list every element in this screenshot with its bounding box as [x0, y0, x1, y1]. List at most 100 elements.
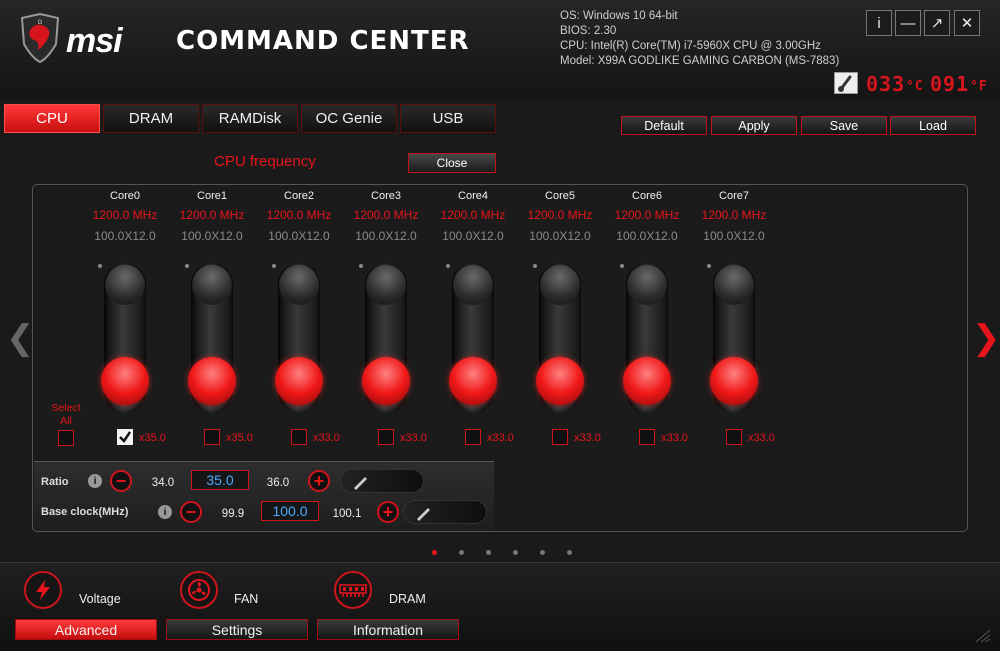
- slider-top-knob[interactable]: [279, 265, 319, 305]
- base-clock-increase-button[interactable]: +: [377, 501, 399, 523]
- page-indicator-dot[interactable]: [513, 550, 518, 555]
- slider-pin: [620, 264, 624, 268]
- select-all-checkbox[interactable]: [58, 430, 74, 446]
- slider-pin: [185, 264, 189, 268]
- core-frequency-slider[interactable]: [710, 263, 758, 413]
- base-clock-info-icon[interactable]: i: [158, 505, 172, 519]
- tab-dram[interactable]: DRAM: [103, 104, 199, 133]
- core-checkbox[interactable]: [552, 429, 568, 445]
- core-name-label: Core0: [110, 190, 140, 202]
- core-checkbox[interactable]: [291, 429, 307, 445]
- core-frequency-slider[interactable]: [101, 263, 149, 413]
- tab-bottom-settings[interactable]: Settings: [166, 619, 308, 640]
- tab-usb[interactable]: USB: [400, 104, 496, 133]
- fan-label[interactable]: FAN: [234, 592, 258, 606]
- os-info: OS: Windows 10 64-bit: [560, 10, 678, 22]
- previous-page-arrow-icon[interactable]: ❮: [6, 318, 35, 358]
- core-ratio-value: 100.0X12.0: [355, 229, 417, 243]
- tab-ramdisk[interactable]: RAMDisk: [202, 104, 298, 133]
- core-frequency-slider[interactable]: [536, 263, 584, 413]
- base-clock-current-value[interactable]: 100.0: [261, 501, 319, 521]
- core-frequency-slider[interactable]: [449, 263, 497, 413]
- core-checkbox[interactable]: [117, 429, 133, 445]
- slider-red-knob[interactable]: [623, 357, 671, 405]
- slider-top-knob[interactable]: [714, 265, 754, 305]
- slider-top-knob[interactable]: [192, 265, 232, 305]
- save-button[interactable]: Save: [801, 116, 887, 135]
- core-frequency-value: 1200.0 MHz: [614, 208, 680, 222]
- core-checkbox[interactable]: [639, 429, 655, 445]
- core-frequency-slider[interactable]: [623, 263, 671, 413]
- base-clock-prev-value: 99.9: [221, 508, 245, 520]
- core-ratio-value: 100.0X12.0: [268, 229, 330, 243]
- next-page-arrow-icon[interactable]: ❯: [972, 318, 1000, 358]
- info-button[interactable]: i: [866, 10, 892, 36]
- minimize-button[interactable]: —: [895, 10, 921, 36]
- slider-top-knob[interactable]: [105, 265, 145, 305]
- tab-advanced[interactable]: Advanced: [15, 619, 157, 640]
- memory-icon[interactable]: [334, 571, 372, 609]
- slider-red-knob[interactable]: [275, 357, 323, 405]
- dram-label[interactable]: DRAM: [389, 592, 426, 606]
- slider-red-knob[interactable]: [536, 357, 584, 405]
- core-ratio-value: 100.0X12.0: [94, 229, 156, 243]
- close-window-button[interactable]: ✕: [954, 10, 980, 36]
- thermometer-icon[interactable]: [834, 72, 858, 94]
- tab-oc-genie[interactable]: OC Genie: [301, 104, 397, 133]
- core-max-ratio-label: x33.0: [661, 432, 688, 444]
- core-frequency-slider[interactable]: [275, 263, 323, 413]
- slider-red-knob[interactable]: [362, 357, 410, 405]
- slider-top-knob[interactable]: [627, 265, 667, 305]
- slider-top-knob[interactable]: [540, 265, 580, 305]
- ratio-decrease-button[interactable]: −: [110, 470, 132, 492]
- slider-red-knob[interactable]: [101, 357, 149, 405]
- core-name-label: Core5: [545, 190, 575, 202]
- base-clock-next-value: 100.1: [332, 508, 362, 520]
- bios-info: BIOS: 2.30: [560, 25, 617, 37]
- slider-pin: [359, 264, 363, 268]
- core-checkbox[interactable]: [726, 429, 742, 445]
- page-indicator-dot[interactable]: [459, 550, 464, 555]
- tab-information[interactable]: Information: [317, 619, 459, 640]
- default-button[interactable]: Default: [621, 116, 707, 135]
- core-checkbox[interactable]: [378, 429, 394, 445]
- load-button[interactable]: Load: [890, 116, 976, 135]
- slider-top-knob[interactable]: [453, 265, 493, 305]
- checkmark-icon: [119, 431, 132, 443]
- resize-grip-icon[interactable]: [972, 628, 992, 644]
- core-frequency-slider[interactable]: [188, 263, 236, 413]
- model-info: Model: X99A GODLIKE GAMING CARBON (MS-78…: [560, 55, 840, 67]
- slider-red-knob[interactable]: [449, 357, 497, 405]
- ratio-current-value[interactable]: 35.0: [191, 470, 249, 490]
- page-indicator-dot[interactable]: [486, 550, 491, 555]
- page-indicator-dot[interactable]: [567, 550, 572, 555]
- core-name-label: Core2: [284, 190, 314, 202]
- core-frequency-value: 1200.0 MHz: [701, 208, 767, 222]
- ratio-info-icon[interactable]: i: [88, 474, 102, 488]
- cpu-frequency-title: CPU frequency: [214, 153, 316, 170]
- voltage-label[interactable]: Voltage: [79, 592, 121, 606]
- ratio-prev-value: 34.0: [151, 477, 175, 489]
- temp-celsius-unit: °C: [906, 79, 924, 94]
- ratio-increase-button[interactable]: +: [308, 470, 330, 492]
- slider-pin: [446, 264, 450, 268]
- core-checkbox[interactable]: [465, 429, 481, 445]
- page-indicator-dot[interactable]: [432, 550, 437, 555]
- apply-button[interactable]: Apply: [711, 116, 797, 135]
- ratio-edit-field[interactable]: [340, 469, 424, 493]
- base-clock-edit-field[interactable]: [403, 500, 487, 524]
- slider-red-knob[interactable]: [188, 357, 236, 405]
- restore-button[interactable]: ↗: [924, 10, 950, 36]
- lightning-icon[interactable]: [24, 571, 62, 609]
- msi-logo: msi: [66, 22, 123, 60]
- slider-top-knob[interactable]: [366, 265, 406, 305]
- slider-red-knob[interactable]: [710, 357, 758, 405]
- core-frequency-slider[interactable]: [362, 263, 410, 413]
- base-clock-decrease-button[interactable]: −: [180, 501, 202, 523]
- fan-icon[interactable]: [180, 571, 218, 609]
- page-indicator-dot[interactable]: [540, 550, 545, 555]
- tab-cpu[interactable]: CPU: [4, 104, 100, 133]
- core-checkbox[interactable]: [204, 429, 220, 445]
- close-panel-button[interactable]: Close: [408, 153, 496, 173]
- core-frequency-value: 1200.0 MHz: [440, 208, 506, 222]
